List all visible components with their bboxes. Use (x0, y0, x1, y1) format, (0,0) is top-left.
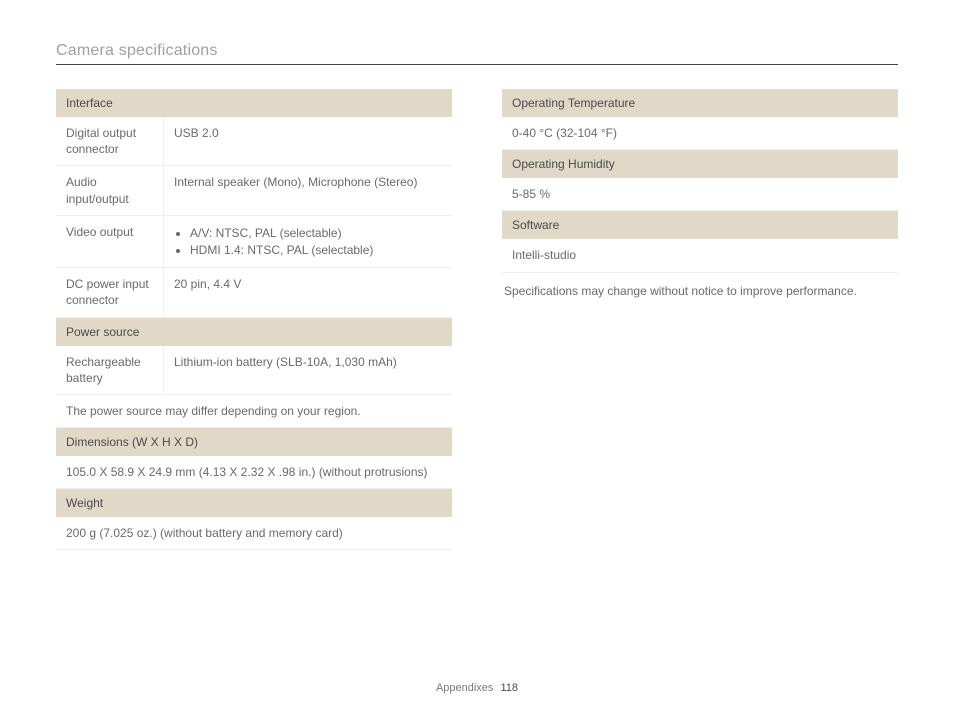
disclaimer-text: Specifications may change without notice… (502, 273, 898, 310)
spec-value: A/V: NTSC, PAL (selectable) HDMI 1.4: NT… (164, 216, 452, 267)
spec-label: Rechargeable battery (56, 346, 164, 394)
section-header-weight: Weight (56, 489, 452, 517)
spec-row-audio-io: Audio input/output Internal speaker (Mon… (56, 166, 452, 215)
section-header-software: Software (502, 211, 898, 239)
spec-value-dimensions: 105.0 X 58.9 X 24.9 mm (4.13 X 2.32 X .9… (56, 456, 452, 489)
spec-value-op-humidity: 5-85 % (502, 178, 898, 211)
spec-value-weight: 200 g (7.025 oz.) (without battery and m… (56, 517, 452, 550)
spec-value: 20 pin, 4.4 V (164, 268, 452, 316)
spec-value: Lithium-ion battery (SLB-10A, 1,030 mAh) (164, 346, 452, 394)
spec-row-battery: Rechargeable battery Lithium-ion battery… (56, 346, 452, 395)
right-column: Operating Temperature 0-40 °C (32-104 °F… (502, 89, 898, 550)
footer-page-number: 118 (501, 682, 519, 694)
section-header-op-humidity: Operating Humidity (502, 150, 898, 178)
section-header-power-source: Power source (56, 318, 452, 346)
left-column: Interface Digital output connector USB 2… (56, 89, 452, 550)
spec-row-digital-output: Digital output connector USB 2.0 (56, 117, 452, 166)
section-header-dimensions: Dimensions (W X H X D) (56, 428, 452, 456)
section-header-interface: Interface (56, 89, 452, 117)
spec-label: Audio input/output (56, 166, 164, 214)
spec-value-op-temp: 0-40 °C (32-104 °F) (502, 117, 898, 150)
spec-label: Digital output connector (56, 117, 164, 165)
spec-row-dc-power: DC power input connector 20 pin, 4.4 V (56, 268, 452, 317)
power-source-note: The power source may differ depending on… (56, 395, 452, 428)
footer-section: Appendixes (436, 682, 494, 694)
content-columns: Interface Digital output connector USB 2… (56, 89, 898, 550)
spec-value: USB 2.0 (164, 117, 452, 165)
spec-label: DC power input connector (56, 268, 164, 316)
page-footer: Appendixes 118 (0, 682, 954, 694)
spec-value: Internal speaker (Mono), Microphone (Ste… (164, 166, 452, 214)
page-title: Camera specifications (56, 42, 898, 65)
spec-value-software: Intelli-studio (502, 239, 898, 272)
bullet-item: A/V: NTSC, PAL (selectable) (190, 225, 442, 241)
spec-label: Video output (56, 216, 164, 267)
bullet-item: HDMI 1.4: NTSC, PAL (selectable) (190, 242, 442, 258)
spec-row-video-output: Video output A/V: NTSC, PAL (selectable)… (56, 216, 452, 268)
section-header-op-temp: Operating Temperature (502, 89, 898, 117)
